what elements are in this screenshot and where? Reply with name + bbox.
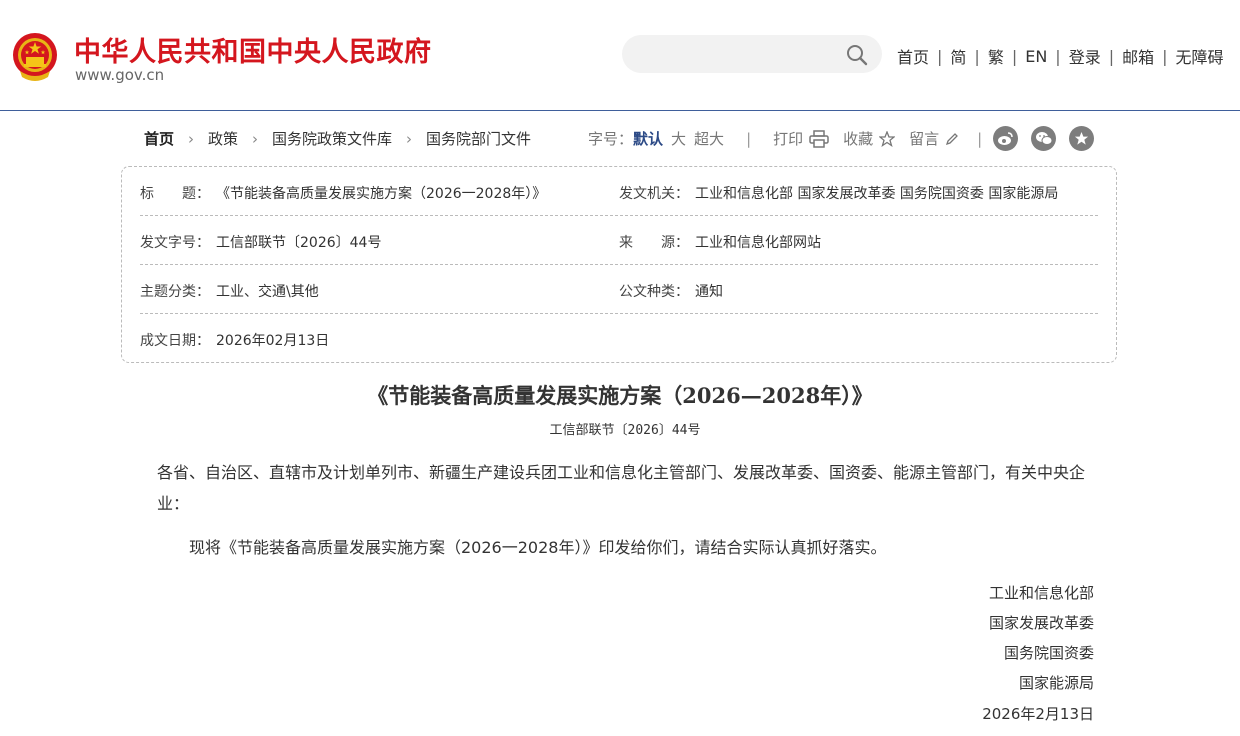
meta-type-label: 公文种类： bbox=[619, 284, 689, 300]
nav-english[interactable]: EN bbox=[1025, 47, 1047, 66]
printer-icon bbox=[809, 129, 829, 148]
search-box[interactable] bbox=[622, 35, 882, 73]
comment-button[interactable]: 留言 bbox=[909, 128, 959, 149]
favorite-label: 收藏 bbox=[843, 130, 874, 148]
comment-label: 留言 bbox=[909, 130, 940, 148]
meta-date-value: 2026年02月13日 bbox=[216, 333, 330, 349]
meta-source-value: 工业和信息化部网站 bbox=[695, 235, 821, 251]
site-header: 中华人民共和国中央人民政府 www.gov.cn 首页 | 简 | 繁 | EN… bbox=[0, 0, 1240, 111]
chevron-right-icon: › bbox=[406, 129, 413, 148]
meta-doc-no-label: 发文字号： bbox=[140, 235, 210, 251]
signatory: 工业和信息化部 bbox=[988, 584, 1094, 602]
search-input[interactable] bbox=[638, 43, 838, 65]
meta-issuer-value: 工业和信息化部 国家发展改革委 国务院国资委 国家能源局 bbox=[695, 186, 1059, 202]
pencil-icon bbox=[946, 132, 959, 145]
weibo-share-button[interactable] bbox=[993, 126, 1018, 151]
font-size-large[interactable]: 大 bbox=[671, 128, 686, 149]
nav-separator: | bbox=[1162, 46, 1168, 66]
meta-title-label: 标 题： bbox=[140, 186, 210, 202]
meta-category-label: 主题分类： bbox=[140, 284, 210, 300]
breadcrumb-home[interactable]: 首页 bbox=[144, 128, 174, 149]
article-doc-number: 工信部联节〔2026〕44号 bbox=[549, 423, 701, 438]
site-domain: www.gov.cn bbox=[75, 66, 165, 84]
meta-category-value: 工业、交通\其他 bbox=[216, 284, 319, 300]
site-title[interactable]: 中华人民共和国中央人民政府 bbox=[74, 30, 432, 69]
wechat-share-button[interactable] bbox=[1031, 126, 1056, 151]
font-size-default[interactable]: 默认 bbox=[633, 128, 663, 149]
meta-row: 主题分类： 工业、交通\其他 公文种类： 通知 bbox=[140, 265, 1098, 314]
star-outline-icon bbox=[879, 130, 896, 147]
article-toolbar: 字号： 默认 大 超大 | 打印 收藏 留言 | bbox=[588, 128, 982, 149]
meta-source-label: 来 源： bbox=[619, 235, 689, 251]
nav-separator: | bbox=[1011, 46, 1018, 66]
favorite-share-button[interactable] bbox=[1069, 126, 1094, 151]
article-salutation: 各省、自治区、直辖市及计划单列市、新疆生产建设兵团工业和信息化主管部门、发展改革… bbox=[157, 463, 1086, 513]
breadcrumb-policy[interactable]: 政策 bbox=[208, 128, 238, 149]
meta-row: 标 题： 《节能装备高质量发展实施方案（2026一2028年）》 发文机关： 工… bbox=[140, 167, 1098, 216]
nav-separator: | bbox=[937, 46, 943, 66]
nav-separator: | bbox=[1108, 46, 1115, 66]
national-emblem-icon[interactable] bbox=[10, 31, 60, 83]
nav-accessibility[interactable]: 无障碍 bbox=[1176, 44, 1224, 68]
breadcrumb-department-docs[interactable]: 国务院部门文件 bbox=[426, 128, 531, 149]
font-size-xlarge[interactable]: 超大 bbox=[694, 128, 724, 149]
meta-title-value: 《节能装备高质量发展实施方案（2026一2028年）》 bbox=[216, 186, 547, 202]
meta-issuer-label: 发文机关： bbox=[619, 186, 689, 202]
font-size-label: 字号： bbox=[588, 130, 634, 148]
wechat-icon bbox=[1035, 132, 1052, 145]
nav-separator: | bbox=[1055, 46, 1061, 66]
meta-doc-no-value: 工信部联节〔2026〕44号 bbox=[216, 235, 382, 251]
meta-row: 发文字号： 工信部联节〔2026〕44号 来 源： 工业和信息化部网站 bbox=[140, 216, 1098, 265]
meta-row: 成文日期： 2026年02月13日 bbox=[140, 314, 1098, 363]
nav-traditional[interactable]: 繁 bbox=[988, 44, 1004, 68]
chevron-right-icon: › bbox=[188, 129, 195, 148]
signatory: 国家发展改革委 bbox=[988, 614, 1094, 632]
favorite-button[interactable]: 收藏 bbox=[843, 128, 896, 149]
nav-home[interactable]: 首页 bbox=[897, 44, 929, 68]
top-nav: 首页 | 简 | 繁 | EN | 登录 | 邮箱 | 无障碍 bbox=[897, 44, 1224, 68]
toolbar-separator: | bbox=[977, 129, 983, 148]
toolbar-separator: | bbox=[746, 129, 752, 148]
signatory: 国家能源局 bbox=[1018, 674, 1094, 692]
print-button[interactable]: 打印 bbox=[773, 128, 829, 149]
article-body: 现将《节能装备高质量发展实施方案（2026一2028年）》印发给你们，请结合实际… bbox=[189, 538, 887, 557]
article-title: 《节能装备高质量发展实施方案（2026—2028年）》 bbox=[367, 383, 873, 408]
star-icon bbox=[1074, 131, 1089, 145]
document-metadata: 标 题： 《节能装备高质量发展实施方案（2026一2028年）》 发文机关： 工… bbox=[121, 166, 1117, 363]
print-label: 打印 bbox=[773, 130, 804, 148]
nav-login[interactable]: 登录 bbox=[1069, 44, 1101, 68]
signatory: 国务院国资委 bbox=[1003, 644, 1094, 662]
search-icon[interactable] bbox=[845, 43, 869, 67]
nav-separator: | bbox=[974, 46, 980, 66]
signing-date: 2026年2月13日 bbox=[982, 705, 1094, 723]
meta-date-label: 成文日期： bbox=[140, 333, 210, 349]
nav-mail[interactable]: 邮箱 bbox=[1122, 44, 1154, 68]
breadcrumb-policy-library[interactable]: 国务院政策文件库 bbox=[272, 128, 392, 149]
nav-simplified[interactable]: 简 bbox=[950, 44, 966, 68]
weibo-icon bbox=[998, 132, 1013, 145]
meta-type-value: 通知 bbox=[695, 284, 723, 300]
breadcrumb: 首页 › 政策 › 国务院政策文件库 › 国务院部门文件 bbox=[144, 128, 531, 149]
chevron-right-icon: › bbox=[252, 129, 259, 148]
